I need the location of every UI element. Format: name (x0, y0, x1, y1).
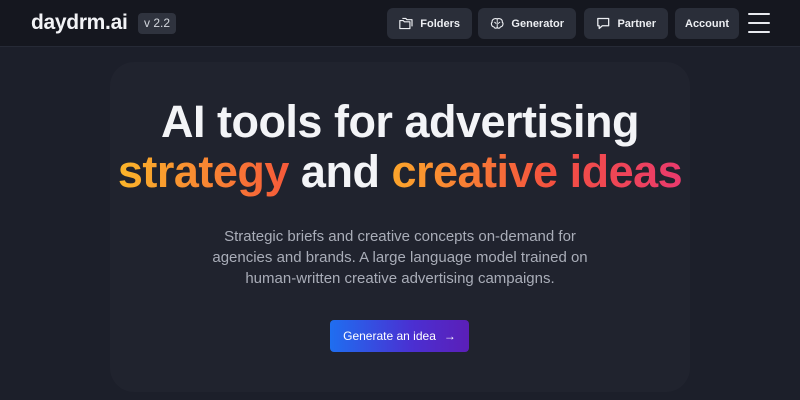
hero-headline-line2: strategy and creative ideas (0, 146, 800, 198)
subtitle-line: agencies and brands. A large language mo… (212, 249, 588, 266)
generator-label: Generator (511, 17, 564, 30)
headline-creative-ideas: creative ideas (391, 146, 683, 197)
partner-button[interactable]: Partner (584, 8, 668, 39)
logo[interactable]: daydrm.ai (31, 11, 128, 35)
account-label: Account (685, 17, 729, 30)
menu-line (748, 22, 770, 24)
subtitle-line: Strategic briefs and creative concepts o… (224, 228, 576, 245)
generator-button[interactable]: Generator (478, 8, 576, 39)
page: daydrm.ai v 2.2 Folders Generator Partne… (0, 0, 800, 400)
hamburger-menu-icon[interactable] (748, 13, 770, 33)
folders-icon (399, 17, 413, 30)
folders-button[interactable]: Folders (387, 8, 472, 39)
hero-subtitle: Strategic briefs and creative concepts o… (190, 226, 610, 289)
partner-label: Partner (617, 17, 656, 30)
menu-line (748, 13, 770, 15)
subtitle-line: human-written creative advertising campa… (245, 270, 555, 287)
headline-and: and (288, 146, 392, 197)
version-badge: v 2.2 (138, 13, 177, 34)
generate-idea-label: Generate an idea (343, 329, 436, 343)
menu-line (748, 31, 770, 33)
top-bar: daydrm.ai v 2.2 Folders Generator Partne… (0, 0, 800, 47)
chat-bubble-icon (597, 17, 610, 30)
account-button[interactable]: Account (675, 8, 739, 39)
brain-icon (490, 18, 504, 29)
generate-idea-button[interactable]: Generate an idea → (330, 320, 469, 352)
arrow-right-icon: → (443, 329, 456, 343)
hero-headline-line1: AI tools for advertising (160, 96, 640, 147)
headline-strategy: strategy (117, 146, 290, 197)
folders-label: Folders (420, 17, 460, 30)
